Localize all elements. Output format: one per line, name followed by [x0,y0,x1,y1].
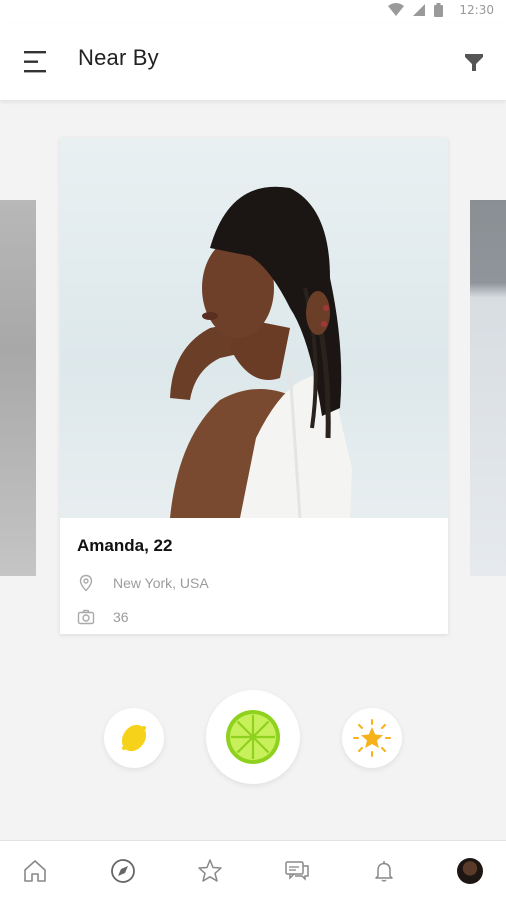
profile-info: Amanda, 22 New York, USA 36 [60,518,448,634]
nav-profile[interactable] [456,857,484,885]
status-icons: 12:30 [388,3,494,17]
next-profile-card[interactable] [470,200,506,576]
profile-photo [60,138,448,518]
nav-notifications[interactable] [370,857,398,885]
status-bar: 12:30 [0,0,506,24]
filter-icon [465,54,483,71]
previous-profile-card[interactable] [0,200,36,576]
sparkle-star-icon [353,719,391,757]
home-icon [24,860,46,882]
page-title: Near By [78,45,159,70]
lime-like-button[interactable] [206,690,300,784]
menu-button[interactable] [22,48,50,76]
star-outline-icon [198,859,222,882]
menu-icon [24,51,46,73]
location-row: New York, USA [77,574,209,592]
nav-home[interactable] [21,857,49,885]
camera-icon [77,608,95,626]
profile-photo-illustration [170,186,352,518]
photo-count-row: 36 [77,608,129,626]
nav-favorites[interactable] [196,857,224,885]
lemon-button[interactable] [104,708,164,768]
bell-icon [375,861,393,882]
status-time: 12:30 [459,3,494,17]
location-text: New York, USA [113,575,209,591]
avatar [457,858,483,884]
wifi-icon [388,3,405,16]
lemon-icon [121,724,147,752]
profile-name-age: Amanda, 22 [77,536,173,555]
filter-button[interactable] [462,50,486,74]
nav-explore[interactable] [109,857,137,885]
lime-icon [226,710,280,764]
chat-icon [285,861,309,881]
signal-icon [413,4,426,16]
nav-messages[interactable] [283,857,311,885]
app-header: Near By [0,24,506,100]
battery-icon [434,3,444,17]
photo-count: 36 [113,609,129,625]
compass-icon [111,859,135,883]
profile-card[interactable]: Amanda, 22 New York, USA 36 [60,138,448,634]
bottom-navigation [0,840,506,900]
superstar-button[interactable] [342,708,402,768]
location-pin-icon [77,574,95,592]
